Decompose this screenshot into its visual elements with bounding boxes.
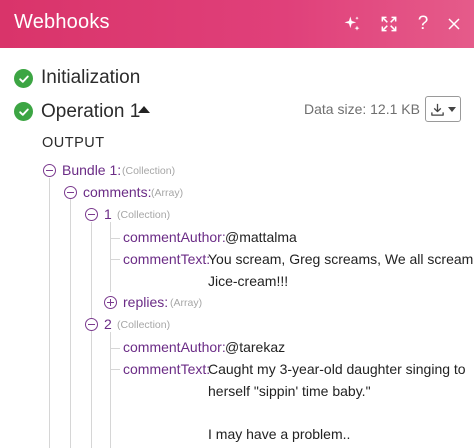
success-check-icon xyxy=(14,69,33,88)
comment-text-line: You scream, Greg screams, We all scream … xyxy=(208,251,474,267)
chevron-down-icon xyxy=(448,106,456,112)
bundle-key[interactable]: Bundle 1: xyxy=(62,162,121,178)
replies-key[interactable]: replies: xyxy=(123,294,168,310)
collapse-toggle-icon[interactable] xyxy=(85,318,98,331)
tree-guide xyxy=(110,222,111,292)
modal-header: Webhooks ? xyxy=(0,0,474,48)
tree-guide xyxy=(110,348,120,349)
item-type: (Collection) xyxy=(117,319,171,331)
item-index[interactable]: 2 xyxy=(104,316,112,332)
data-size-label: Data size: 12.1 KB xyxy=(304,101,420,117)
modal-title: Webhooks xyxy=(14,11,110,33)
tree-guide xyxy=(110,332,111,448)
sparkle-icon[interactable] xyxy=(340,12,364,36)
collapse-caret-icon[interactable] xyxy=(138,106,150,113)
operation-label[interactable]: Operation 1 xyxy=(41,101,140,123)
tree-guide xyxy=(91,222,92,448)
replies-type: (Array) xyxy=(170,297,203,309)
comments-key[interactable]: comments: xyxy=(83,184,151,200)
comments-type: (Array) xyxy=(151,187,184,199)
download-button[interactable] xyxy=(425,96,461,122)
comment-text-key: commentText: xyxy=(123,361,211,377)
comment-author-value: @mattalma xyxy=(225,229,297,245)
initialization-label[interactable]: Initialization xyxy=(41,67,140,89)
item-index[interactable]: 1 xyxy=(104,206,112,222)
comment-author-key: commentAuthor: xyxy=(123,229,226,245)
expand-toggle-icon[interactable] xyxy=(104,296,117,309)
help-icon[interactable]: ? xyxy=(411,12,435,36)
tree-guide xyxy=(110,238,120,239)
bundle-type: (Collection) xyxy=(122,165,176,177)
success-check-icon xyxy=(14,102,33,121)
download-icon xyxy=(431,103,444,116)
comment-author-key: commentAuthor: xyxy=(123,339,226,355)
comment-text-line: Jice-cream!!! xyxy=(208,273,289,289)
expand-icon[interactable] xyxy=(377,12,401,36)
item-type: (Collection) xyxy=(117,209,171,221)
tree-guide xyxy=(110,259,120,260)
comment-author-value: @tarekaz xyxy=(225,339,286,355)
tree-guide xyxy=(110,369,120,370)
close-icon[interactable] xyxy=(442,12,466,36)
collapse-toggle-icon[interactable] xyxy=(85,208,98,221)
comment-text-line: Caught my 3-year-old daughter singing to xyxy=(208,361,466,377)
comment-text-line: I may have a problem.. xyxy=(208,426,351,442)
tree-guide xyxy=(70,199,71,448)
comment-text-line: herself "sippin' time baby." xyxy=(208,383,371,399)
comment-text-key: commentText: xyxy=(123,251,211,267)
output-heading: OUTPUT xyxy=(42,135,105,151)
collapse-toggle-icon[interactable] xyxy=(64,186,77,199)
collapse-toggle-icon[interactable] xyxy=(43,164,56,177)
tree-guide xyxy=(49,178,50,448)
